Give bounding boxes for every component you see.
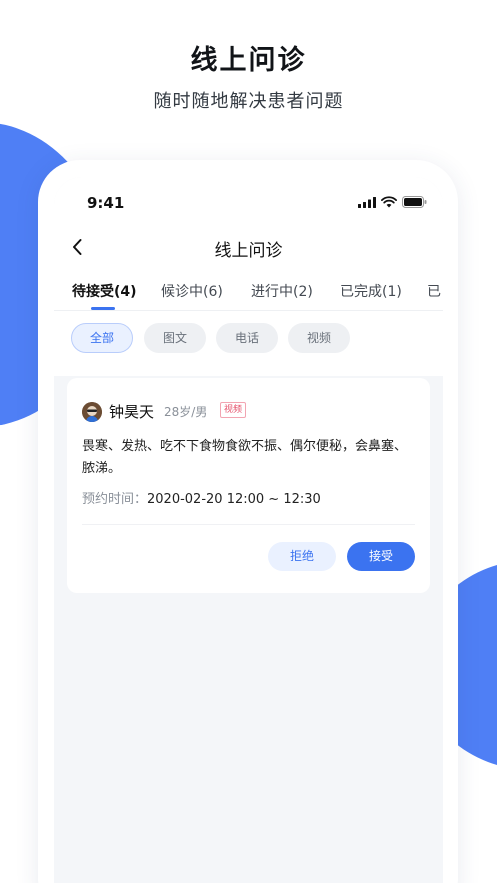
patient-name: 钟昊天 xyxy=(109,403,155,421)
filter-chip-all[interactable]: 全部 xyxy=(71,323,133,353)
consultation-type-badge: 视频 xyxy=(220,402,247,418)
tab-pending[interactable]: 待接受(4) xyxy=(72,281,137,301)
filter-chips: 全部 图文 电话 视频 xyxy=(54,311,443,376)
card-divider xyxy=(82,524,415,525)
patient-meta: 28岁/男 xyxy=(164,405,208,419)
tab-completed[interactable]: 已完成(1) xyxy=(340,281,402,301)
battery-icon xyxy=(402,196,427,208)
tab-waiting[interactable]: 候诊中(6) xyxy=(161,281,223,301)
promo-title: 线上问诊 xyxy=(190,45,307,76)
tab-in-progress[interactable]: 进行中(2) xyxy=(251,281,313,301)
promo-subtitle: 随时随地解决患者问题 xyxy=(153,91,344,112)
tab-more[interactable]: 已 xyxy=(427,281,441,301)
accept-button[interactable]: 接受 xyxy=(347,542,415,571)
consultation-card[interactable]: 钟昊天 28岁/男 视频 畏寒、发热、吃不下食物食欲不振、偶尔便秘，会鼻塞、脓涕… xyxy=(67,378,430,593)
status-tabs: 待接受(4) 候诊中(6) 进行中(2) 已完成(1) 已 xyxy=(54,267,443,311)
status-time: 9:41 xyxy=(87,194,125,212)
filter-chip-phone[interactable]: 电话 xyxy=(216,323,278,353)
active-tab-indicator xyxy=(91,307,115,310)
page-title: 线上问诊 xyxy=(214,241,283,261)
wifi-icon xyxy=(381,196,397,208)
signal-icon xyxy=(358,196,376,208)
app-promo-screen: 线上问诊 随时随地解决患者问题 9:41 线上问诊 待接受(4) 候诊中(6) … xyxy=(0,0,497,883)
reject-button[interactable]: 拒绝 xyxy=(268,542,336,571)
status-icons xyxy=(358,196,427,208)
phone-screen: 9:41 线上问诊 待接受(4) 候诊中(6) 进行中(2) 已完成(1) 已 … xyxy=(54,177,443,883)
status-bar: 9:41 xyxy=(54,177,443,227)
filter-chip-text[interactable]: 图文 xyxy=(144,323,206,353)
symptoms-text: 畏寒、发热、吃不下食物食欲不振、偶尔便秘，会鼻塞、脓涕。 xyxy=(82,439,408,476)
filter-chip-video[interactable]: 视频 xyxy=(288,323,350,353)
appointment-label: 预约时间： xyxy=(82,492,148,507)
avatar xyxy=(82,402,102,422)
appointment-time: 2020-02-20 12:00 ~ 12:30 xyxy=(147,492,321,507)
appointment-info: 预约时间：2020-02-20 12:00 ~ 12:30 xyxy=(82,488,321,507)
nav-bar: 线上问诊 xyxy=(54,227,443,267)
